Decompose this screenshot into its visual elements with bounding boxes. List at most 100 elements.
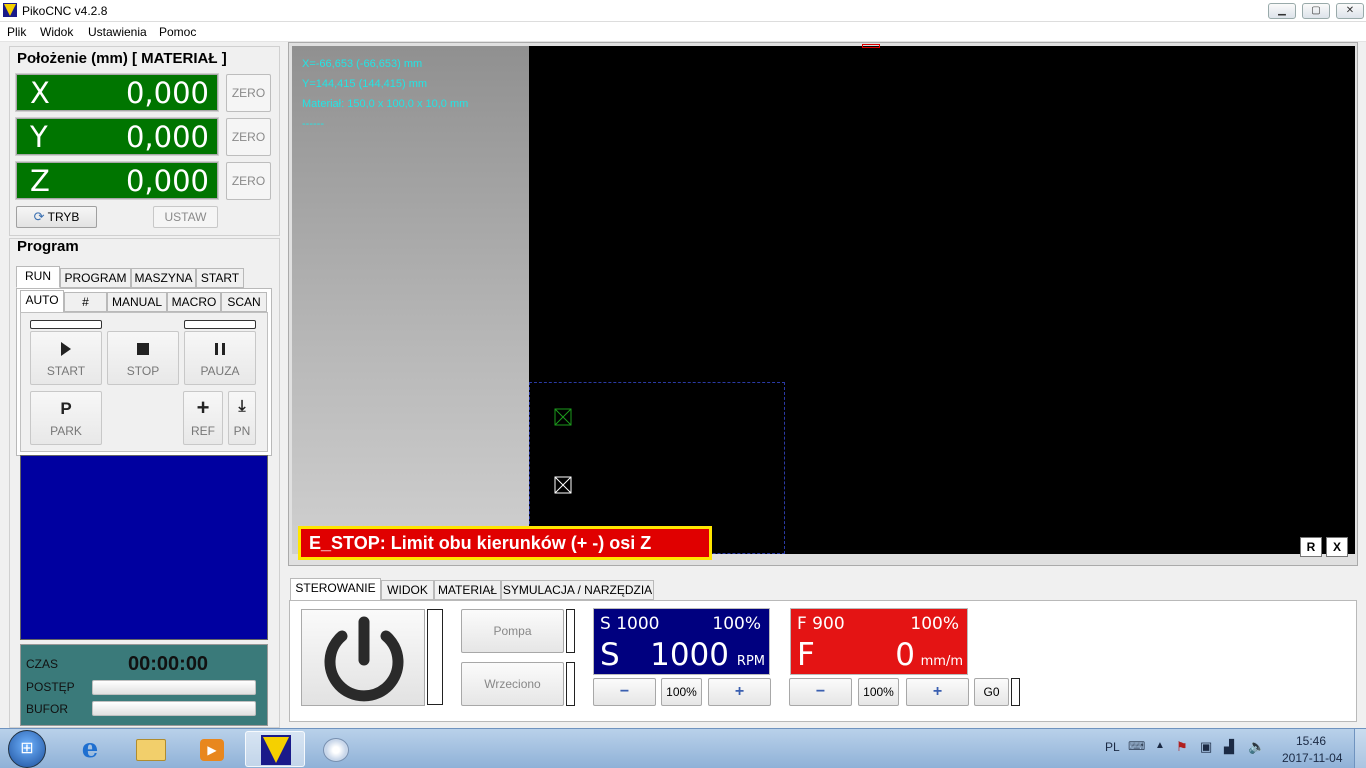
close-view-button[interactable]: X [1326,537,1348,557]
separator-info: ------ [302,118,324,130]
pump-button[interactable]: Pompa [461,609,564,653]
subtab-hash[interactable]: # [64,292,107,312]
tab-run[interactable]: RUN [16,266,60,288]
spindle-reset-button[interactable]: 100% [661,678,702,706]
start-label: START [46,364,86,378]
y-coordinate-display: Y 0,000 [15,117,219,156]
program-listing[interactable] [20,455,268,640]
zero-z-button[interactable]: ZERO [226,162,271,200]
zero-y-button[interactable]: ZERO [226,118,271,156]
menu-pomoc[interactable]: Pomoc [159,25,196,39]
keyboard-icon[interactable]: ⌨ [1128,739,1145,753]
spindle-speed: 1000 [650,637,729,673]
pn-button[interactable]: ⤓ PN [228,391,256,445]
device-icon[interactable]: ▣ [1200,739,1212,755]
reset-view-button[interactable]: R [1300,537,1322,557]
feed-reset-button[interactable]: 100% [858,678,899,706]
tab-sterowanie[interactable]: STEROWANIE [290,578,381,601]
zero-x-button[interactable]: ZERO [226,74,271,112]
pikocnc-icon [261,735,291,765]
spindle-increase-button[interactable]: + [708,678,771,706]
stop-label: STOP [126,364,160,378]
feed-override: 100% [910,614,959,634]
internet-explorer-icon: e [81,734,99,764]
action-center-icon[interactable]: ⚑ [1176,739,1188,755]
park-button[interactable]: P PARK [30,391,102,445]
feed-unit: mm/m [920,654,963,669]
subtab-macro[interactable]: MACRO [167,292,221,312]
play-icon [61,342,71,356]
subtab-auto[interactable]: AUTO [20,290,64,313]
volume-icon[interactable]: 🔈 [1248,738,1265,755]
tab-material[interactable]: MATERIAŁ [434,580,501,600]
park-icon: P [60,399,72,418]
spindle-override: 100% [712,614,761,634]
tab-program[interactable]: PROGRAM [60,268,131,288]
material-info: Materiał: 150,0 x 100,0 x 10,0 mm [302,98,469,110]
z-coordinate-display: Z 0,000 [15,161,219,200]
axis-label: Y [30,120,48,154]
show-desktop-button[interactable] [1354,729,1366,768]
feed-increase-button[interactable]: + [906,678,969,706]
feed-letter: F [797,637,815,673]
viewport-background [292,46,529,554]
pause-icon [215,343,225,355]
axis-label: Z [30,164,50,198]
progress-bar [92,680,256,695]
ref-button[interactable]: + REF [183,391,223,445]
start-menu-button[interactable]: ⊞ [8,730,46,768]
subtab-manual[interactable]: MANUAL [107,292,167,312]
power-icon [324,616,404,702]
title-bar: PikoCNC v4.2.8 ▁ ▢ ✕ [0,0,1366,22]
feed-rate: 0 [895,637,915,673]
ref-label: REF [191,424,215,438]
clock-time[interactable]: 15:46 [1296,734,1326,748]
language-indicator[interactable]: PL [1105,740,1120,754]
taskbar-internet-explorer[interactable]: e [60,731,120,767]
feed-readout: F 900 100% F 0 mm/m [790,608,968,675]
g0-button[interactable]: G0 [974,678,1009,706]
menu-ustawienia[interactable]: Ustawienia [88,25,147,39]
start-indicator [30,320,102,329]
start-button[interactable]: START [30,331,102,385]
set-button[interactable]: USTAW [153,206,218,228]
g0-indicator [1011,678,1020,706]
feed-decrease-button[interactable]: − [789,678,852,706]
stop-button[interactable]: STOP [107,331,179,385]
taskbar-paint[interactable] [307,731,367,767]
tab-widok[interactable]: WIDOK [381,580,434,600]
spindle-set-label: S 1000 [600,614,660,634]
buffer-label: BUFOR [26,702,68,716]
show-hidden-icons-icon[interactable]: ▲ [1155,740,1165,751]
pause-button[interactable]: PAUZA [184,331,256,385]
taskbar-explorer[interactable] [122,731,182,767]
menu-plik[interactable]: Plik [7,25,26,39]
minus-icon: − [619,683,630,700]
mode-button[interactable]: ⟳ TRYB [16,206,97,228]
close-window-button[interactable]: ✕ [1336,3,1364,19]
tab-maszyna[interactable]: MASZYNA [131,268,196,288]
download-icon: ⤓ [238,398,246,415]
power-button[interactable] [301,609,425,706]
menu-bar: Plik Widok Ustawienia Pomoc [0,22,1366,42]
subtab-scan[interactable]: SCAN [221,292,267,312]
folder-icon [136,739,166,761]
tab-start[interactable]: START [196,268,244,288]
axis-value: 0,000 [125,76,209,110]
tab-symulacja[interactable]: SYMULACJA / NARZĘDZIA [501,580,654,600]
network-icon[interactable]: ▟ [1224,739,1234,755]
taskbar-pikocnc[interactable] [245,731,305,767]
x-coordinate-display: X 0,000 [15,73,219,112]
spindle-button[interactable]: Wrzeciono [461,662,564,706]
stop-icon [137,343,149,355]
menu-widok[interactable]: Widok [40,25,73,39]
spindle-decrease-button[interactable]: − [593,678,656,706]
spindle-readout: S 1000 100% S 1000 RPM [593,608,770,675]
taskbar-media-player[interactable]: ▶ [184,731,244,767]
pn-label: PN [233,424,251,438]
minimize-button[interactable]: ▁ [1268,3,1296,19]
clock-date[interactable]: 2017-11-04 [1282,751,1343,765]
time-label: CZAS [26,657,59,671]
maximize-button[interactable]: ▢ [1302,3,1330,19]
paint-icon [323,738,349,762]
